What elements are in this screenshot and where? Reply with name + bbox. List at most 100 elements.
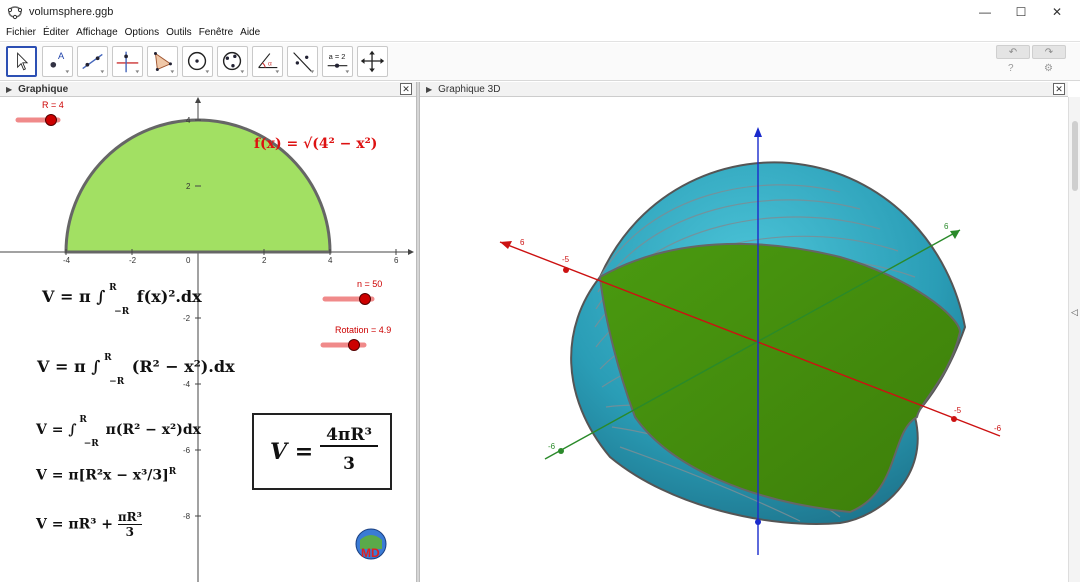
y-tick-label: -4 xyxy=(183,380,191,389)
slider-label-r: R = 4 xyxy=(42,100,64,110)
volume-result-box: V = 4πR³ 3 xyxy=(252,413,392,490)
graphics3d-view[interactable]: 6 -5 6 -5 -6 -6 xyxy=(420,97,1068,582)
scrollbar-thumb[interactable] xyxy=(1072,121,1078,191)
angle-icon: α xyxy=(258,53,280,74)
close-graphics3d-view-button[interactable]: ✕ xyxy=(1053,83,1065,95)
z-axis-3d-arrow xyxy=(754,127,762,137)
x-tick-label: -2 xyxy=(129,256,137,265)
maximize-button[interactable]: ☐ xyxy=(1004,0,1038,24)
axis-label: -6 xyxy=(548,442,556,451)
menu-bar: Fichier Éditer Affichage Options Outils … xyxy=(0,24,1080,42)
undo-button[interactable]: ↶ xyxy=(996,45,1030,59)
toolbar: A α a = 2 ↶ ↷ ? ⚙ xyxy=(0,43,1080,81)
graphics-view-title: Graphique xyxy=(18,83,69,95)
volume-formula-3: V = ∫ R −R π(R² − x²)dx xyxy=(36,415,201,449)
circle-three-points-icon xyxy=(222,51,245,74)
menu-fichier[interactable]: Fichier xyxy=(6,27,36,38)
volume-result-numerator: 4πR³ xyxy=(320,425,378,447)
x-axis-3d-arrow xyxy=(500,241,512,249)
axis-point xyxy=(558,448,564,454)
y-tick-label: -8 xyxy=(183,512,191,521)
minimize-button[interactable]: — xyxy=(968,0,1002,24)
redo-button[interactable]: ↷ xyxy=(1032,45,1066,59)
reflect-tool-button[interactable] xyxy=(287,46,318,77)
window-title: volumsphere.ggb xyxy=(29,6,114,18)
axis-label: 6 xyxy=(520,238,525,247)
volume-result-lhs: V = xyxy=(270,439,314,465)
move-tool-button[interactable] xyxy=(6,46,37,77)
collapse-triangle-icon[interactable]: ▶ xyxy=(426,85,432,94)
volume-formula-2: V = π ∫ R −R (R² − x²).dx xyxy=(37,353,235,387)
graphics-view-header: ▶ Graphique ✕ xyxy=(0,82,416,97)
volume-formula-4: V = π[R²x − x³/3]R xyxy=(36,467,177,484)
svg-text:a = 2: a = 2 xyxy=(329,52,346,61)
axis-label: 6 xyxy=(944,222,949,231)
svg-text:A: A xyxy=(58,51,65,61)
right-side-bar: ◁ xyxy=(1068,97,1080,582)
line-icon xyxy=(82,53,105,74)
volume-result-denominator: 3 xyxy=(343,454,355,474)
x-tick-label: 0 xyxy=(186,256,191,265)
circle-tool-button[interactable] xyxy=(182,46,213,77)
function-label[interactable]: f(x) = √(4² − x²) xyxy=(254,136,377,152)
point-icon: A xyxy=(50,51,70,74)
slider-label-rotation: Rotation = 4.9 xyxy=(335,325,392,335)
reflect-line-icon xyxy=(293,52,315,74)
menu-outils[interactable]: Outils xyxy=(166,27,192,38)
graphics-view[interactable]: -4 -2 0 2 4 6 4 2 -2 -4 -6 -8 f(x) = √(4… xyxy=(0,97,416,582)
y-tick-label: 4 xyxy=(186,116,191,125)
point-tool-button[interactable]: A xyxy=(42,46,73,77)
conic-tool-button[interactable] xyxy=(217,46,248,77)
perpendicular-line-icon xyxy=(116,51,140,74)
angle-tool-button[interactable]: α xyxy=(252,46,283,77)
settings-icon[interactable]: ⚙ xyxy=(1044,63,1053,74)
menu-affichage[interactable]: Affichage xyxy=(76,27,118,38)
slider-icon: a = 2 xyxy=(327,52,350,74)
x-tick-label: 2 xyxy=(262,256,267,265)
x-axis-arrow xyxy=(408,249,414,255)
cursor-arrow-icon xyxy=(17,52,29,71)
perpendicular-tool-button[interactable] xyxy=(112,46,143,77)
title-bar: volumsphere.ggb — ☐ ✕ xyxy=(0,0,1080,24)
y-tick-label: -6 xyxy=(183,446,191,455)
axis-label: -5 xyxy=(954,406,962,415)
slider-handle-n[interactable] xyxy=(359,293,371,305)
polygon-tool-button[interactable] xyxy=(147,46,178,77)
slider-label-n: n = 50 xyxy=(357,279,383,289)
svg-text:α: α xyxy=(268,61,272,68)
axis-point xyxy=(755,519,761,525)
volume-formula-1: V = π ∫ R −R f(x)².dx xyxy=(42,283,202,317)
menu-editer[interactable]: Éditer xyxy=(43,27,69,38)
move-arrows-icon xyxy=(360,50,385,73)
menu-options[interactable]: Options xyxy=(125,27,159,38)
line-tool-button[interactable] xyxy=(77,46,108,77)
y-tick-label: -2 xyxy=(183,314,191,323)
menu-fenetre[interactable]: Fenêtre xyxy=(199,27,233,38)
slider-tool-button[interactable]: a = 2 xyxy=(322,46,353,77)
help-icon[interactable]: ? xyxy=(1008,63,1014,74)
axis-point xyxy=(563,267,569,273)
polygon-icon xyxy=(153,52,175,74)
close-graphics-view-button[interactable]: ✕ xyxy=(400,83,412,95)
y-axis-arrow xyxy=(195,97,201,103)
slider-handle-r[interactable] xyxy=(45,114,57,126)
close-button[interactable]: ✕ xyxy=(1040,0,1074,24)
x-tick-label: 4 xyxy=(328,256,333,265)
axis-point xyxy=(951,416,957,422)
x-tick-label: 6 xyxy=(394,256,399,265)
x-tick-label: -4 xyxy=(63,256,71,265)
move-view-tool-button[interactable] xyxy=(357,46,388,77)
volume-formula-5: V = πR³ + πR³ 3 xyxy=(36,510,142,539)
graphics3d-view-header: ▶ Graphique 3D ✕ xyxy=(420,82,1068,97)
geogebra-icon xyxy=(7,6,23,20)
graphics3d-view-title: Graphique 3D xyxy=(438,83,501,95)
expand-arrow-icon[interactable]: ◁ xyxy=(1071,307,1078,318)
axis-label: -6 xyxy=(994,424,1002,433)
menu-aide[interactable]: Aide xyxy=(240,27,260,38)
axis-label: -5 xyxy=(562,255,570,264)
slider-handle-rotation[interactable] xyxy=(348,339,360,351)
graphics3d-canvas[interactable]: 6 -5 6 -5 -6 -6 xyxy=(420,97,1068,582)
circle-icon xyxy=(187,51,210,74)
logo-text: MD xyxy=(361,546,380,560)
collapse-triangle-icon[interactable]: ▶ xyxy=(6,85,12,94)
